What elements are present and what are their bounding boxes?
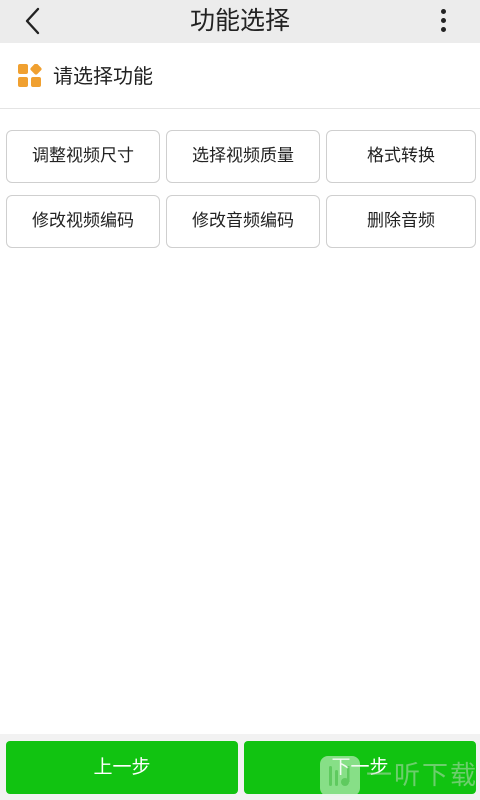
format-convert-button[interactable]: 格式转换 <box>326 130 476 183</box>
bottom-bar: 上一步 下一步 <box>0 734 480 800</box>
section-title: 请选择功能 <box>53 64 153 88</box>
resize-video-button[interactable]: 调整视频尺寸 <box>6 130 160 183</box>
top-bar: 功能选择 <box>0 0 480 43</box>
page-title: 功能选择 <box>189 6 290 35</box>
grid-apps-icon <box>18 64 42 87</box>
audio-codec-button[interactable]: 修改音频编码 <box>166 195 320 248</box>
next-step-button[interactable]: 下一步 <box>244 741 476 794</box>
video-quality-button[interactable]: 选择视频质量 <box>166 130 320 183</box>
chevron-left-icon <box>25 7 40 35</box>
previous-step-button[interactable]: 上一步 <box>6 741 238 794</box>
more-options-button[interactable] <box>428 4 458 38</box>
back-button[interactable] <box>14 2 54 40</box>
video-codec-button[interactable]: 修改视频编码 <box>6 195 160 248</box>
more-vertical-icon <box>441 9 446 14</box>
section-header: 请选择功能 <box>0 44 480 109</box>
remove-audio-button[interactable]: 删除音频 <box>326 195 476 248</box>
